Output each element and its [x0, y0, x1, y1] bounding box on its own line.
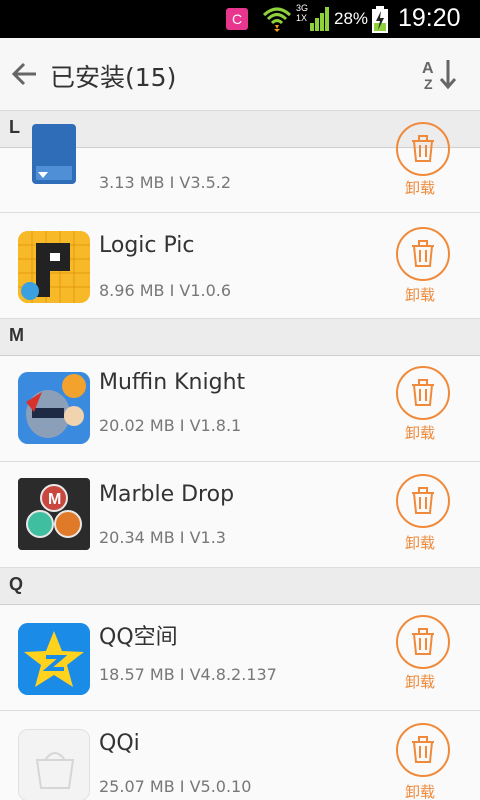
trash-icon	[412, 487, 434, 514]
installed-app-list[interactable]: L 3.13 MB I V3.5.2 卸载 Logic Pic 8.96 MB …	[0, 111, 480, 800]
app-icon-marble-drop: M	[18, 478, 90, 550]
app-meta: 20.34 MB I V1.3	[99, 528, 226, 547]
uninstall-button[interactable]	[396, 122, 450, 176]
battery-percent: 28%	[334, 9, 369, 28]
uninstall-button[interactable]	[396, 366, 450, 420]
app-name: Muffin Knight	[99, 370, 246, 395]
svg-text:M: M	[48, 491, 61, 508]
trash-icon	[412, 240, 434, 267]
uninstall-label[interactable]: 卸载	[405, 781, 435, 800]
uninstall-label[interactable]: 卸载	[405, 177, 435, 198]
wifi-icon	[262, 7, 292, 32]
action-bar: 已安装(15) A Z	[0, 38, 480, 111]
section-header-q: Q	[0, 568, 480, 605]
trash-icon	[412, 379, 434, 406]
app-meta: 20.02 MB I V1.8.1	[99, 416, 242, 435]
app-icon-logic-pic	[18, 231, 90, 303]
section-header-m: M	[0, 319, 480, 356]
uninstall-label[interactable]: 卸载	[405, 284, 435, 305]
svg-text:A: A	[422, 60, 434, 77]
app-meta: 3.13 MB I V3.5.2	[99, 173, 232, 192]
list-item[interactable]: QQi 25.07 MB I V5.0.10 卸载	[0, 711, 480, 800]
list-item[interactable]: 3.13 MB I V3.5.2 卸载	[0, 122, 480, 213]
battery-charging-icon	[372, 6, 388, 33]
list-item[interactable]: Muffin Knight 20.02 MB I V1.8.1 卸载	[0, 356, 480, 462]
trash-icon	[412, 736, 434, 763]
app-meta: 8.96 MB I V1.0.6	[99, 281, 232, 300]
clock: 19:20	[398, 4, 461, 32]
app-icon-qqi	[18, 729, 90, 800]
uninstall-label[interactable]: 卸载	[405, 422, 435, 443]
list-item[interactable]: QQ空间 18.57 MB I V4.8.2.137 卸载	[0, 605, 480, 711]
uninstall-button[interactable]	[396, 227, 450, 281]
uninstall-button[interactable]	[396, 723, 450, 777]
app-name: Logic Pic	[99, 233, 195, 258]
uninstall-label[interactable]: 卸载	[405, 671, 435, 692]
list-item[interactable]: M Marble Drop 20.34 MB I V1.3 卸载	[0, 462, 480, 568]
status-bar: C 3G 1X 28% 19:20	[0, 0, 480, 38]
app-icon-muffin-knight	[18, 372, 90, 444]
sort-az-icon[interactable]: A Z	[420, 56, 460, 92]
app-icon-sd	[18, 114, 90, 186]
signal-icon	[310, 7, 329, 31]
app-icon-qzone	[18, 623, 90, 695]
trash-icon	[412, 628, 434, 655]
svg-text:Z: Z	[424, 76, 433, 92]
app-meta: 25.07 MB I V5.0.10	[99, 777, 252, 796]
uninstall-button[interactable]	[396, 615, 450, 669]
app-name: QQ空间	[99, 625, 178, 650]
app-meta: 18.57 MB I V4.8.2.137	[99, 665, 277, 684]
uninstall-label[interactable]: 卸载	[405, 532, 435, 553]
arrow-left-icon[interactable]	[10, 60, 38, 88]
uninstall-button[interactable]	[396, 474, 450, 528]
page-title: 已安装(15)	[50, 63, 177, 92]
trash-icon	[412, 135, 434, 162]
c-notification-icon: C	[226, 8, 248, 30]
app-name: Marble Drop	[99, 482, 235, 507]
list-item[interactable]: Logic Pic 8.96 MB I V1.0.6 卸载	[0, 213, 480, 319]
app-name: QQi	[99, 731, 140, 756]
